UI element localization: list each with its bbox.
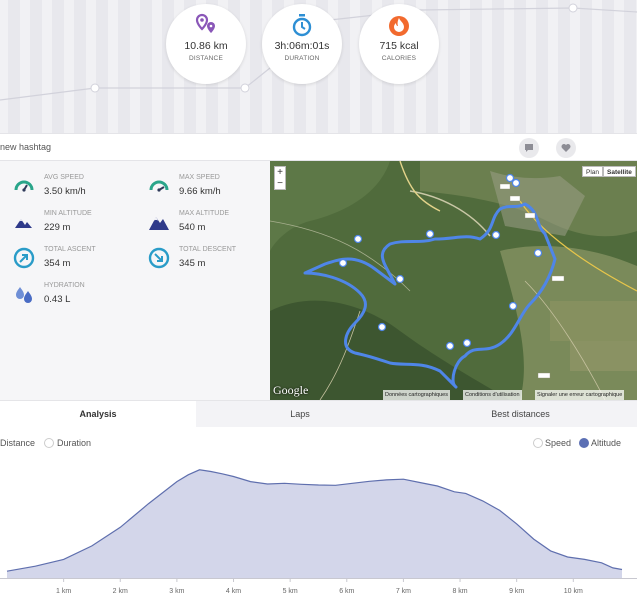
map-type-plan[interactable]: Plan [582,166,604,177]
metric-value: 3.50 km/h [44,186,86,197]
map-terms-link[interactable]: Conditions d'utilisation [463,390,522,400]
x-tick-label: 6 km [339,588,354,595]
metric-value: 354 m [44,258,71,269]
heart-icon [561,144,571,152]
x-tick-label: 4 km [226,588,241,595]
metric-hydration: HYDRATION 0.43 L [13,279,143,309]
metric-value: 345 m [179,258,206,269]
metric-label: MAX ALTITUDE [179,210,230,217]
summary-header: 10.86 km DISTANCE 3h:06m:01s DURATION 71… [0,0,637,133]
x-tick-label: 7 km [396,588,411,595]
metric-total-descent: TOTAL DESCENT 345 m [148,243,278,273]
calories-stat: 715 kcal CALORIES [359,4,439,84]
tab-laps[interactable]: Laps [196,401,404,428]
route-map[interactable]: + − Plan Satellite Google Données cartog… [270,161,637,400]
metric-max-altitude: MAX ALTITUDE 540 m [148,207,278,237]
ascent-arrow-icon [13,247,35,269]
map-report-link[interactable]: Signaler une erreur cartographique [535,390,625,400]
stopwatch-icon [292,14,312,37]
metric-label: TOTAL DESCENT [179,246,237,253]
water-drops-icon [16,287,32,303]
metric-max-speed: MAX SPEED 9.66 km/h [148,171,278,201]
x-tick-label: 9 km [509,588,524,595]
calories-value: 715 kcal [379,40,419,52]
speed-radio[interactable] [533,438,543,448]
metric-total-ascent: TOTAL ASCENT 354 m [13,243,143,273]
descent-arrow-icon [148,247,170,269]
mountain-icon [15,219,32,228]
x-tick-label: 2 km [113,588,128,595]
altitude-radio[interactable] [579,438,589,448]
altitude-area [7,469,622,578]
duration-stat: 3h:06m:01s DURATION [262,4,342,84]
x-tick-label: 10 km [564,588,583,595]
analysis-tabs: Analysis Laps Best distances [0,400,637,428]
tab-analysis[interactable]: Analysis [0,401,196,428]
comment-button[interactable] [519,138,539,158]
zoom-in-button[interactable]: + [275,167,285,178]
metric-min-altitude: MIN ALTITUDE 229 m [13,207,143,237]
flame-icon [389,16,409,36]
metric-label: MAX SPEED [179,174,220,181]
metric-value: 540 m [179,222,206,233]
speedometer-icon [149,180,169,192]
metric-label: TOTAL ASCENT [44,246,96,253]
speed-option[interactable]: Speed [545,438,571,448]
x-tick-label: 8 km [452,588,467,595]
distance-stat: 10.86 km DISTANCE [166,4,246,84]
metric-value: 0.43 L [44,294,71,305]
altitude-chart-svg: 1 km 2 km 3 km 4 km 5 km 6 km 7 km 8 km 9 km 10 k… [0,469,637,595]
distance-value: 10.86 km [184,40,228,52]
comment-icon [525,144,533,152]
metric-avg-speed: AVG SPEED 3.50 km/h [13,171,143,201]
x-axis-duration-option[interactable]: Duration [57,438,91,448]
altitude-option[interactable]: Altitude [591,438,621,448]
x-tick-label: 3 km [169,588,184,595]
chart-options: Distance Duration Speed Altitude [0,427,637,457]
zoom-out-button[interactable]: − [275,178,285,189]
distance-label: DISTANCE [189,55,223,62]
x-tick-label: 5 km [283,588,298,595]
speedometer-icon [14,180,34,192]
google-logo: Google [273,383,309,397]
map-type-satellite[interactable]: Satellite [603,166,636,177]
altitude-chart: 1 km 2 km 3 km 4 km 5 km 6 km 7 km 8 km 9 km 10 k… [0,457,637,600]
x-tick-label: 1 km [56,588,71,595]
metric-value: 229 m [44,222,71,233]
map-zoom-control: + − [274,166,286,190]
metrics-panel: AVG SPEED 3.50 km/h MAX SPEED 9.66 km/h … [0,161,270,400]
satellite-map-image [270,161,637,400]
like-button[interactable] [556,138,576,158]
metric-value: 9.66 km/h [179,186,221,197]
calories-label: CALORIES [381,55,417,62]
mountain-icon [149,217,169,230]
hashtag-bar: new hashtag [0,133,637,161]
tab-best-distances[interactable]: Best distances [404,401,637,428]
map-data-attribution[interactable]: Données cartographiques [383,390,450,400]
metric-label: AVG SPEED [44,174,84,181]
hashtag-text[interactable]: new hashtag [0,142,51,152]
metric-label: MIN ALTITUDE [44,210,92,217]
metric-label: HYDRATION [44,282,85,289]
x-axis-duration-radio[interactable] [44,438,54,448]
map-pins-icon [195,13,215,33]
x-axis-distance-option[interactable]: Distance [0,438,35,448]
duration-label: DURATION [284,55,320,62]
duration-value: 3h:06m:01s [274,40,330,52]
